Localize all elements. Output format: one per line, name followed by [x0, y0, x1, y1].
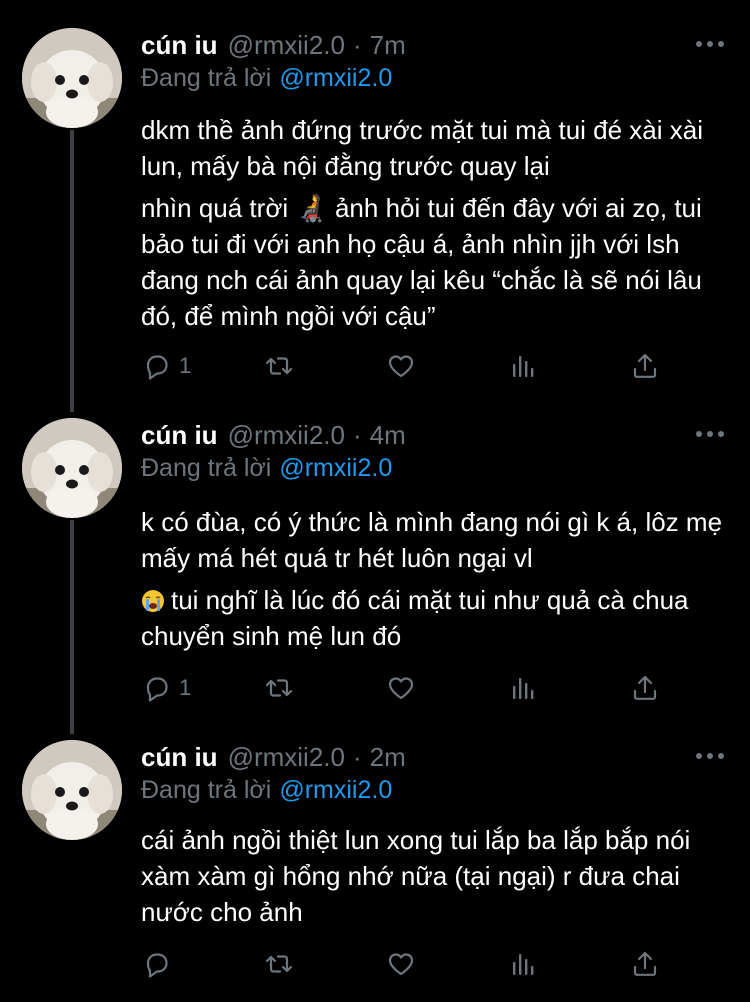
analytics-icon	[513, 678, 534, 699]
separator-dot: ·	[352, 741, 362, 772]
avatar[interactable]	[22, 28, 122, 128]
retweet-button[interactable]	[263, 946, 295, 982]
tweet-text: dkm thề ảnh đứng trước mặt tui mà tui đé…	[141, 112, 731, 334]
tweet-text: k có đùa, có ý thức là mình đang nói gì …	[141, 504, 731, 654]
dog-avatar-image	[22, 418, 122, 518]
avatar[interactable]	[22, 418, 122, 518]
mention-link[interactable]: @rmxii2.0	[279, 64, 392, 92]
action-bar: 1	[141, 670, 681, 706]
tweet-paragraph: cái ảnh ngồi thiệt lun xong tui lắp ba l…	[141, 825, 691, 927]
timestamp[interactable]: 4m	[370, 420, 406, 451]
user-handle[interactable]: @rmxii2.0	[228, 420, 345, 451]
share-button[interactable]	[629, 670, 661, 706]
action-bar: 1	[141, 348, 681, 384]
tweet-paragraph: nhìn quá trời 🧑‍🦼 ảnh hỏi tui đến đây vớ…	[141, 193, 702, 331]
timestamp[interactable]: 2m	[370, 742, 406, 773]
reply-icon	[146, 677, 168, 702]
display-name[interactable]: cún iu	[141, 742, 218, 773]
thread-line	[70, 520, 74, 734]
retweet-icon	[265, 357, 293, 375]
timestamp[interactable]: 7m	[370, 30, 406, 61]
like-icon	[388, 355, 414, 378]
display-name[interactable]: cún iu	[141, 420, 218, 451]
tweet-paragraph-with-emoji: tui nghĩ là lúc đó cái mặt tui như quả c…	[141, 582, 731, 654]
separator-dot: ·	[352, 419, 362, 450]
tweet-header: cún iu @rmxii2.0 · 4m	[141, 418, 730, 452]
analytics-icon	[513, 954, 534, 975]
tweet-header: cún iu @rmxii2.0 · 7m	[141, 28, 730, 62]
analytics-button[interactable]	[507, 348, 539, 384]
share-icon	[633, 353, 657, 378]
dog-avatar-image	[22, 740, 122, 840]
reply-button[interactable]: 1	[141, 670, 191, 706]
retweet-icon	[265, 679, 293, 697]
replying-to: Đang trả lời @rmxii2.0	[141, 64, 392, 93]
loudly-crying-face-emoji	[142, 590, 164, 612]
like-icon	[388, 677, 414, 700]
reply-button[interactable]	[141, 946, 179, 982]
tweet-paragraph: k có đùa, có ý thức là mình đang nói gì …	[141, 507, 723, 573]
mention-link[interactable]: @rmxii2.0	[279, 776, 392, 804]
share-button[interactable]	[629, 946, 661, 982]
retweet-icon	[265, 955, 293, 973]
retweet-button[interactable]	[263, 348, 295, 384]
like-button[interactable]	[385, 348, 417, 384]
share-icon	[633, 951, 657, 976]
retweet-button[interactable]	[263, 670, 295, 706]
mention-link[interactable]: @rmxii2.0	[279, 454, 392, 482]
more-options-icon[interactable]	[696, 752, 724, 760]
reply-button[interactable]: 1	[141, 348, 191, 384]
action-bar	[141, 946, 681, 982]
reply-icon	[146, 953, 168, 978]
replying-to-label: Đang trả lời	[141, 454, 272, 482]
thread-line	[70, 130, 74, 412]
analytics-button[interactable]	[507, 946, 539, 982]
user-handle[interactable]: @rmxii2.0	[228, 30, 345, 61]
display-name[interactable]: cún iu	[141, 30, 218, 61]
tweet-text: cái ảnh ngồi thiệt lun xong tui lắp ba l…	[141, 822, 731, 930]
like-icon	[388, 953, 414, 976]
tweet-header: cún iu @rmxii2.0 · 2m	[141, 740, 730, 774]
replying-to: Đang trả lời @rmxii2.0	[141, 776, 392, 805]
like-button[interactable]	[385, 670, 417, 706]
more-options-icon[interactable]	[696, 430, 724, 438]
replying-to-label: Đang trả lời	[141, 64, 272, 92]
share-button[interactable]	[629, 348, 661, 384]
avatar[interactable]	[22, 740, 122, 840]
user-handle[interactable]: @rmxii2.0	[228, 742, 345, 773]
analytics-icon	[513, 356, 534, 377]
dog-avatar-image	[22, 28, 122, 128]
like-button[interactable]	[385, 946, 417, 982]
separator-dot: ·	[352, 29, 362, 60]
reply-count: 1	[179, 353, 192, 378]
reply-count: 1	[179, 675, 192, 700]
share-icon	[633, 675, 657, 700]
more-options-icon[interactable]	[696, 40, 724, 48]
analytics-button[interactable]	[507, 670, 539, 706]
reply-icon	[146, 355, 168, 380]
tweet-paragraph: tui nghĩ là lúc đó cái mặt tui như quả c…	[141, 585, 689, 651]
replying-to-label: Đang trả lời	[141, 776, 272, 804]
replying-to: Đang trả lời @rmxii2.0	[141, 454, 392, 483]
tweet-paragraph: dkm thề ảnh đứng trước mặt tui mà tui đé…	[141, 115, 703, 181]
